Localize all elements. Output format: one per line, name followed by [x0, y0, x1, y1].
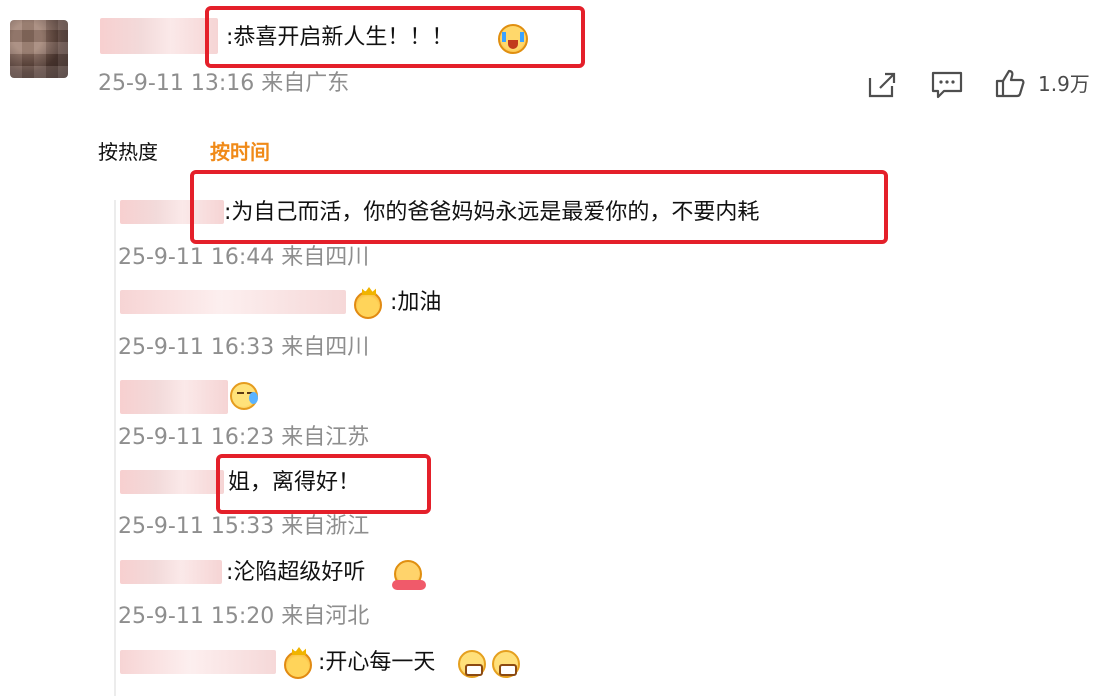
- blurred-username[interactable]: [120, 290, 346, 314]
- blurred-username[interactable]: [100, 18, 218, 54]
- reply-text: :开心每一天: [318, 650, 436, 675]
- highlight-box-post: [205, 6, 585, 68]
- hug-emoji-icon: [392, 560, 426, 590]
- highlight-box-reply: [190, 170, 888, 244]
- sleepy-emoji-icon: [230, 382, 258, 410]
- tab-sort-by-time[interactable]: 按时间: [210, 142, 270, 162]
- crown-badge-icon: [284, 651, 312, 679]
- blurred-username[interactable]: [120, 560, 222, 584]
- reply-thread-line: [114, 200, 116, 696]
- comment-icon[interactable]: [930, 70, 964, 104]
- tab-sort-by-heat[interactable]: 按热度: [98, 142, 158, 162]
- reply-text: :加油: [390, 290, 442, 315]
- blurred-username[interactable]: [120, 650, 276, 674]
- highlight-box-reply: [216, 454, 431, 514]
- reply-meta: 25-9-11 16:33 来自四川: [118, 335, 370, 360]
- crown-badge-icon: [354, 291, 382, 319]
- like-icon[interactable]: [994, 68, 1026, 102]
- post-meta: 25-9-11 13:16 来自广东: [98, 71, 350, 96]
- share-icon[interactable]: [866, 70, 898, 104]
- reply-text: :沦陷超级好听: [226, 560, 366, 585]
- reply-meta: 25-9-11 15:33 来自浙江: [118, 514, 370, 539]
- grin-emoji-icon: [458, 650, 486, 678]
- reply-meta: 25-9-11 16:44 来自四川: [118, 245, 370, 270]
- blurred-username[interactable]: [120, 380, 228, 414]
- reply-meta: 25-9-11 15:20 来自河北: [118, 604, 370, 629]
- reply-meta: 25-9-11 16:23 来自江苏: [118, 425, 370, 450]
- grin-emoji-icon: [492, 650, 520, 678]
- blurred-username[interactable]: [120, 470, 224, 494]
- avatar[interactable]: [10, 20, 68, 78]
- like-count: 1.9万: [1038, 72, 1090, 96]
